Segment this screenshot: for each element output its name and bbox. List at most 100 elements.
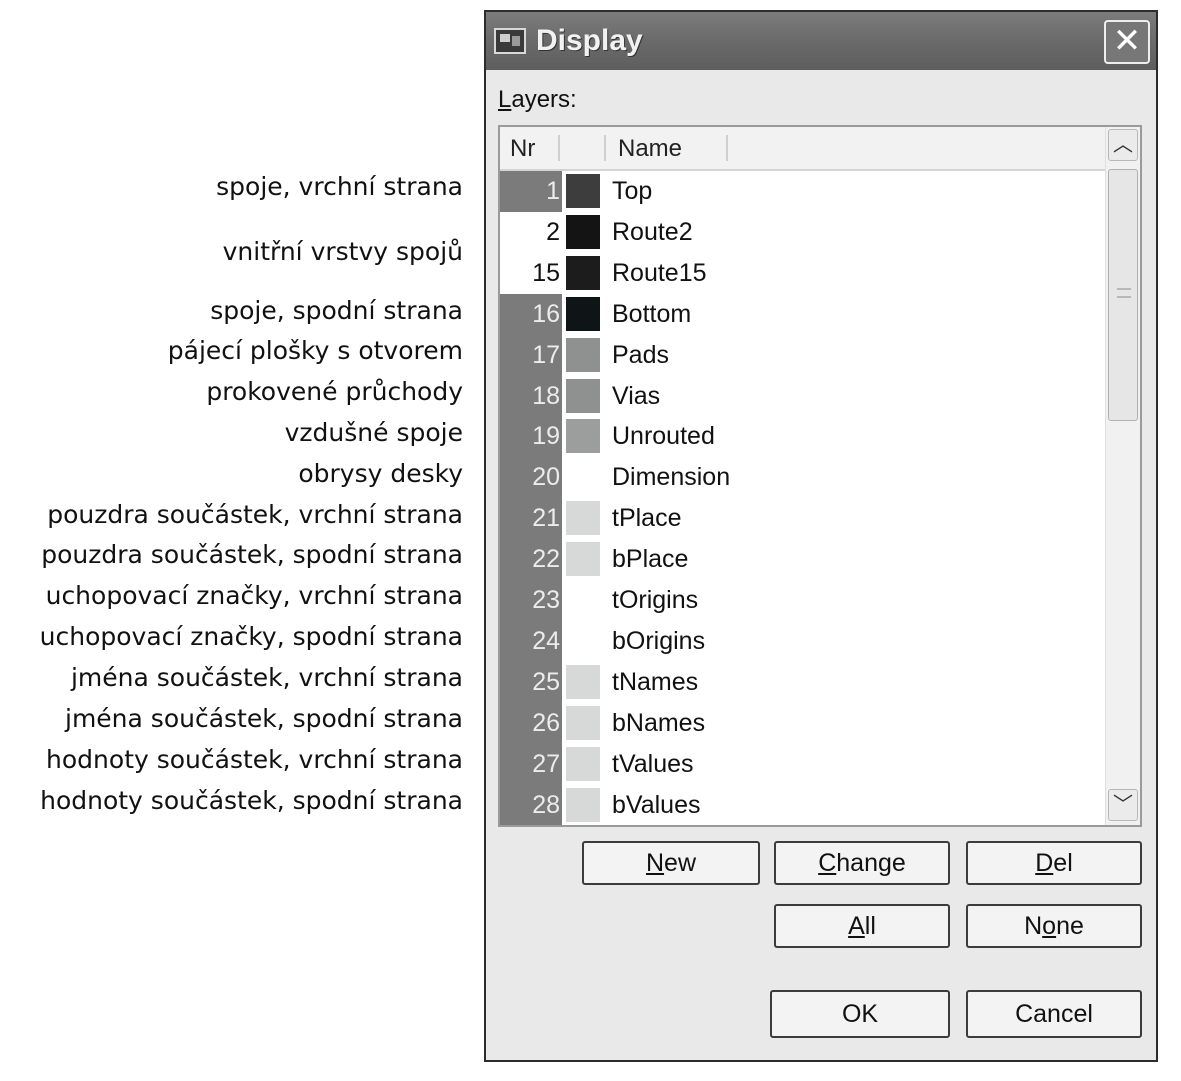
scroll-down-button[interactable]: ﹀ (1108, 789, 1138, 821)
layer-row[interactable]: 18 Vias (500, 375, 1106, 417)
layer-number: 22 (500, 539, 562, 581)
layer-row[interactable]: 16 Bottom (500, 293, 1106, 335)
change-button[interactable]: Change (774, 841, 950, 885)
annotation-label: jména součástek, vrchní strana (70, 663, 463, 692)
layer-row[interactable]: 19 Unrouted (500, 416, 1106, 458)
column-header-nr[interactable]: Nr (510, 135, 535, 163)
new-button[interactable]: New (582, 841, 760, 885)
layer-name: bNames (612, 708, 706, 737)
layer-number: 28 (500, 784, 562, 825)
layer-name: Bottom (612, 299, 692, 328)
layer-name: Pads (612, 340, 669, 369)
layer-color-swatch (566, 460, 600, 495)
column-separator[interactable] (604, 135, 606, 161)
annotation-label: pouzdra součástek, spodní strana (41, 540, 463, 569)
layer-row[interactable]: 2 Route2 (500, 211, 1106, 253)
layer-row[interactable]: 15 Route15 (500, 252, 1106, 294)
annotation-label: jména součástek, spodní strana (65, 704, 463, 733)
layer-row[interactable]: 20 Dimension (500, 457, 1106, 499)
column-separator[interactable] (558, 135, 560, 161)
layer-name: Dimension (612, 463, 731, 492)
layer-row[interactable]: 27 tValues (500, 743, 1106, 785)
layer-name: tNames (612, 667, 699, 696)
chevron-up-icon: ︿ (1113, 134, 1133, 156)
layer-color-swatch (566, 255, 600, 290)
title-bar[interactable]: Display ✕ (486, 12, 1156, 70)
layer-color-swatch (566, 542, 600, 577)
layer-row[interactable]: 22 bPlace (500, 539, 1106, 581)
layer-number: 20 (500, 457, 562, 499)
close-icon: ✕ (1112, 22, 1142, 60)
layer-name: Route2 (612, 217, 693, 246)
layer-name: tValues (612, 749, 694, 778)
layer-color-swatch (566, 419, 600, 454)
list-header: Nr Name (500, 127, 1106, 171)
window-title: Display (536, 24, 643, 57)
layer-name: Vias (612, 381, 661, 410)
layer-number: 24 (500, 620, 562, 662)
layer-number: 2 (500, 211, 562, 253)
layer-number: 25 (500, 661, 562, 703)
layer-color-swatch (566, 296, 600, 331)
layer-name: bValues (612, 790, 701, 819)
layer-number: 23 (500, 580, 562, 621)
layer-color-swatch (566, 174, 600, 208)
layer-name: Top (612, 177, 653, 205)
cancel-button[interactable]: Cancel (966, 990, 1142, 1038)
annotation-label: spoje, vrchní strana (216, 172, 463, 201)
annotation-label: hodnoty součástek, spodní strana (40, 786, 463, 815)
scroll-thumb[interactable] (1108, 169, 1138, 421)
chevron-down-icon: ﹀ (1113, 794, 1133, 816)
scroll-up-button[interactable]: ︿ (1108, 129, 1138, 161)
annotation-label: pouzdra součástek, vrchní strana (47, 500, 463, 529)
layers-list[interactable]: Nr Name 1 Top 2 Route2 15 Route15 16 Bottom 17 Pa… (498, 125, 1142, 827)
layer-row[interactable]: 17 Pads (500, 334, 1106, 376)
layer-color-swatch (566, 705, 600, 740)
layer-number: 16 (500, 293, 562, 335)
layer-color-swatch (566, 746, 600, 781)
layer-number: 1 (500, 171, 562, 212)
none-button[interactable]: None (966, 904, 1142, 948)
annotation-label: spoje, spodní strana (210, 296, 463, 325)
layer-number: 17 (500, 334, 562, 376)
layer-name: tPlace (612, 504, 682, 533)
annotation-label: obrysy desky (298, 459, 463, 488)
layer-color-swatch (566, 378, 600, 413)
layer-row[interactable]: 23 tOrigins (500, 580, 1106, 621)
layer-color-swatch (566, 501, 600, 536)
layer-name: bPlace (612, 545, 689, 574)
layer-row[interactable]: 24 bOrigins (500, 620, 1106, 662)
annotation-label: uchopovací značky, vrchní strana (45, 581, 463, 610)
layer-color-swatch (566, 787, 600, 822)
layer-color-swatch (566, 664, 600, 699)
layer-number: 19 (500, 416, 562, 458)
layer-name: tOrigins (612, 586, 699, 614)
annotation-label: uchopovací značky, spodní strana (39, 622, 463, 651)
layer-color-swatch (566, 583, 600, 617)
annotation-label: prokovené průchody (206, 377, 463, 406)
layer-row[interactable]: 25 tNames (500, 661, 1106, 703)
annotation-label: vnitřní vrstvy spojů (222, 237, 463, 266)
close-button[interactable]: ✕ (1104, 20, 1150, 64)
ok-button[interactable]: OK (770, 990, 950, 1038)
layer-color-swatch (566, 337, 600, 372)
annotation-label: vzdušné spoje (284, 418, 463, 447)
annotation-label: pájecí plošky s otvorem (167, 336, 463, 365)
layer-row[interactable]: 21 tPlace (500, 498, 1106, 540)
layer-row[interactable]: 1 Top (500, 171, 1106, 212)
layers-label: Layers: (498, 86, 577, 113)
layer-number: 26 (500, 702, 562, 744)
layer-color-swatch (566, 623, 600, 658)
vertical-scrollbar[interactable]: ︿ ﹀ (1105, 127, 1140, 825)
layer-number: 15 (500, 252, 562, 294)
column-header-name[interactable]: Name (618, 135, 682, 163)
layer-row[interactable]: 28 bValues (500, 784, 1106, 825)
del-button[interactable]: Del (966, 841, 1142, 885)
layer-name: Unrouted (612, 422, 715, 451)
all-button[interactable]: All (774, 904, 950, 948)
grip-icon (1117, 288, 1131, 298)
display-dialog: Display ✕ Layers: Nr Name 1 Top 2 Route2 15 R… (484, 10, 1158, 1062)
column-separator[interactable] (726, 135, 728, 161)
layer-row[interactable]: 26 bNames (500, 702, 1106, 744)
layer-number: 18 (500, 375, 562, 417)
